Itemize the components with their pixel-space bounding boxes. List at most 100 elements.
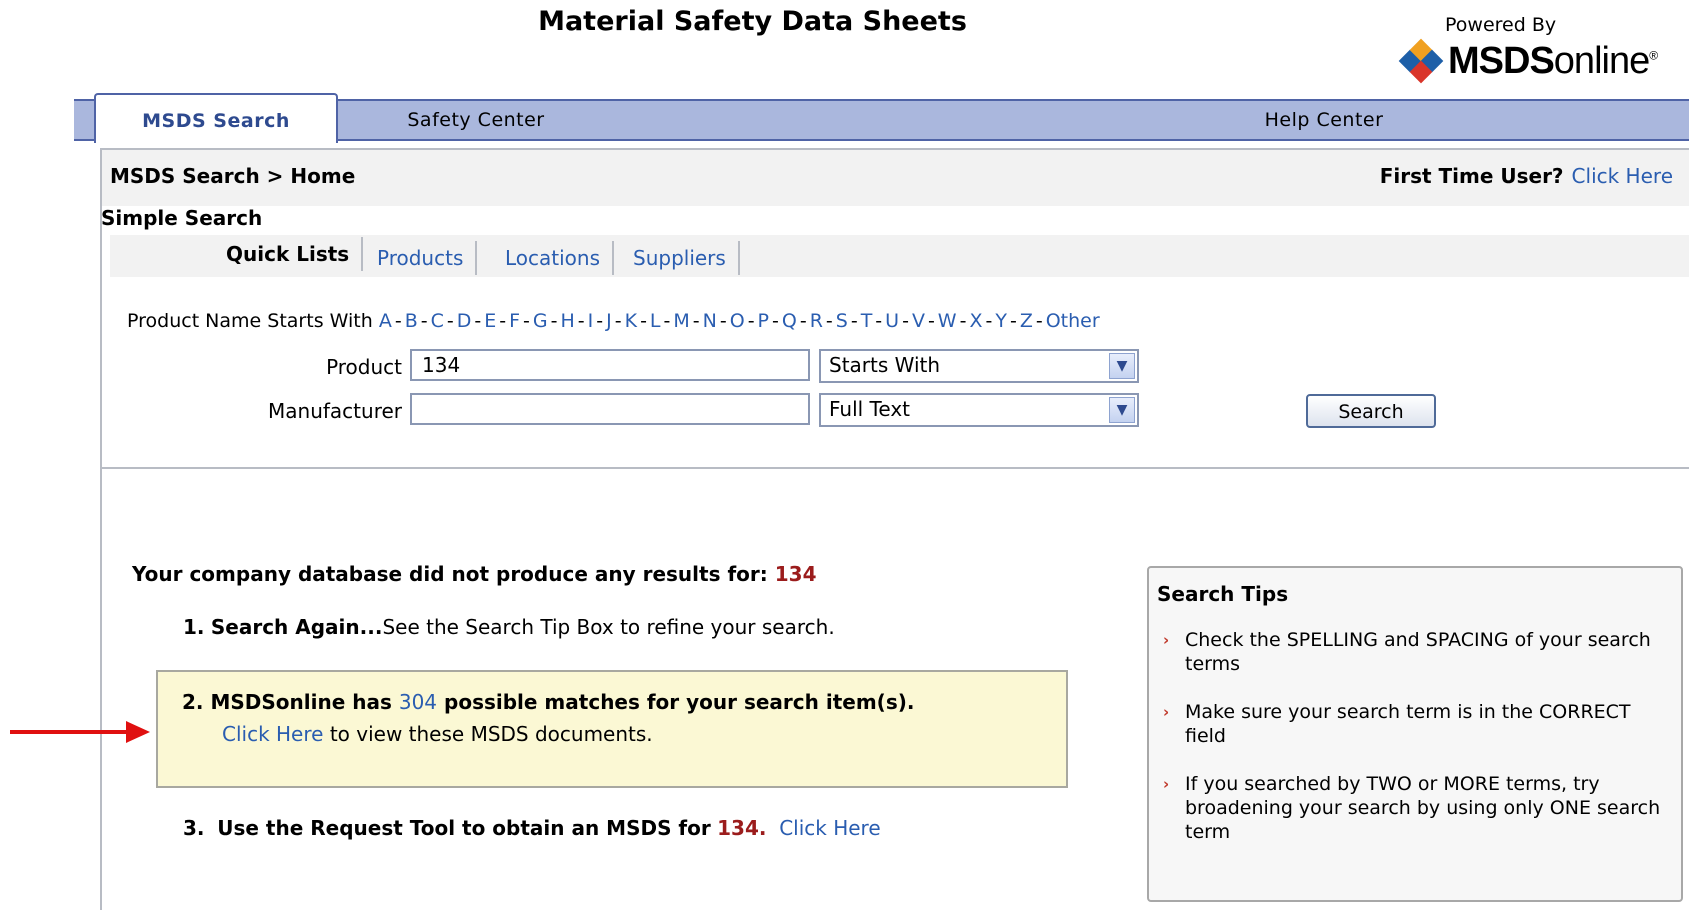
- step3-text: Use the Request Tool to obtain an MSDS f…: [217, 816, 711, 840]
- first-time-click-here-link[interactable]: Click Here: [1572, 164, 1673, 188]
- letter-link-b[interactable]: B: [405, 310, 418, 332]
- search-subtab-bar: Quick Lists Products Locations Suppliers: [110, 235, 1689, 277]
- letter-link-x[interactable]: X: [969, 310, 982, 332]
- step2-rest: to view these MSDS documents.: [329, 722, 653, 746]
- results-frame-border: [100, 465, 102, 910]
- first-time-user: First Time User? Click Here: [1380, 164, 1673, 188]
- letter-separator: -: [799, 310, 807, 332]
- letter-link-i[interactable]: I: [588, 310, 594, 332]
- logo-diamonds-icon: [1398, 38, 1444, 84]
- letter-separator: -: [1035, 310, 1043, 332]
- letter-link-q[interactable]: Q: [782, 310, 797, 332]
- search-button[interactable]: Search: [1306, 394, 1436, 428]
- letter-link-j[interactable]: J: [606, 310, 612, 332]
- letter-link-h[interactable]: H: [561, 310, 575, 332]
- letter-link-r[interactable]: R: [810, 310, 823, 332]
- request-tool-click-here-link[interactable]: Click Here: [779, 816, 880, 840]
- step1-number: 1.: [183, 615, 205, 639]
- step2-line: 2. MSDSonline has 304 possible matches f…: [182, 690, 914, 714]
- msdsonline-matches-box: 2. MSDSonline has 304 possible matches f…: [156, 670, 1068, 788]
- step1-bold: Search Again...: [210, 615, 383, 639]
- subtab-products[interactable]: Products: [365, 241, 478, 275]
- letter-link-s[interactable]: S: [836, 310, 848, 332]
- letter-separator: -: [550, 310, 558, 332]
- letter-separator: -: [825, 310, 833, 332]
- product-match-select[interactable]: Starts With ▼: [819, 349, 1139, 383]
- tip-item: › If you searched by TWO or MORE terms, …: [1163, 773, 1661, 843]
- letter-separator: -: [692, 310, 700, 332]
- alpha-index: Product Name Starts With A-B-C-D-E-F-G-H…: [127, 310, 1100, 332]
- letter-link-k[interactable]: K: [625, 310, 637, 332]
- subtab-locations[interactable]: Locations: [493, 241, 615, 275]
- manufacturer-input[interactable]: [410, 393, 810, 425]
- manufacturer-match-select[interactable]: Full Text ▼: [819, 393, 1139, 427]
- letter-separator: -: [747, 310, 755, 332]
- letter-separator: -: [596, 310, 604, 332]
- tip-item: › Check the SPELLING and SPACING of your…: [1163, 629, 1651, 675]
- chevron-right-icon: ›: [1163, 703, 1170, 721]
- letter-separator: -: [523, 310, 530, 332]
- letter-link-other[interactable]: Other: [1046, 310, 1100, 332]
- manufacturer-label: Manufacturer: [268, 399, 402, 423]
- red-arrow-icon: [10, 721, 150, 743]
- chevron-right-icon: ›: [1163, 775, 1170, 793]
- first-time-question: First Time User?: [1379, 164, 1564, 188]
- alpha-prefix: Product Name Starts With: [127, 310, 373, 332]
- letter-separator: -: [614, 310, 622, 332]
- letter-link-a[interactable]: A: [379, 310, 392, 332]
- step2-pre: MSDSonline has: [210, 690, 392, 714]
- no-results-text: Your company database did not produce an…: [132, 562, 768, 586]
- letter-link-p[interactable]: P: [758, 310, 769, 332]
- step-search-again: 1. Search Again...See the Search Tip Box…: [183, 615, 835, 639]
- step2-number: 2.: [182, 690, 204, 714]
- letter-link-m[interactable]: M: [673, 310, 689, 332]
- letter-link-e[interactable]: E: [484, 310, 496, 332]
- letter-separator: -: [719, 310, 727, 332]
- view-matches-click-here-link[interactable]: Click Here: [222, 722, 323, 746]
- tip-item: › Make sure your search term is in the C…: [1163, 701, 1631, 747]
- chevron-down-icon[interactable]: ▼: [1109, 353, 1135, 379]
- step1-text: See the Search Tip Box to refine your se…: [382, 615, 835, 639]
- subtab-suppliers[interactable]: Suppliers: [621, 241, 740, 275]
- letter-link-n[interactable]: N: [703, 310, 717, 332]
- letter-link-o[interactable]: O: [730, 310, 745, 332]
- letter-link-z[interactable]: Z: [1020, 310, 1033, 332]
- simple-search-heading: Simple Search: [101, 206, 263, 230]
- no-results-message: Your company database did not produce an…: [132, 562, 816, 586]
- search-tips-box: Search Tips › Check the SPELLING and SPA…: [1147, 566, 1683, 902]
- tab-help-center[interactable]: Help Center: [1174, 101, 1474, 139]
- letter-link-t[interactable]: T: [861, 310, 873, 332]
- letter-separator: -: [474, 310, 482, 332]
- letter-link-v[interactable]: V: [912, 310, 925, 332]
- msdsonline-logo: MSDSonline®: [1398, 38, 1658, 84]
- letter-link-c[interactable]: C: [431, 310, 444, 332]
- no-results-query: 134: [774, 562, 817, 586]
- letter-link-f[interactable]: F: [509, 310, 520, 332]
- search-tips-title: Search Tips: [1157, 582, 1289, 606]
- powered-by-label: Powered By: [1445, 14, 1557, 36]
- letter-separator: -: [902, 310, 909, 332]
- letter-link-u[interactable]: U: [885, 310, 899, 332]
- letter-link-y[interactable]: Y: [995, 310, 1007, 332]
- letter-link-g[interactable]: G: [533, 310, 548, 332]
- alpha-letters: A-B-C-D-E-F-G-H-I-J-K-L-M-N-O-P-Q-R-S-T-…: [379, 310, 1100, 332]
- subtab-quick-lists[interactable]: Quick Lists: [214, 237, 364, 271]
- letter-link-l[interactable]: L: [650, 310, 661, 332]
- tab-safety-center[interactable]: Safety Center: [336, 101, 616, 139]
- letter-separator: -: [959, 310, 967, 332]
- letter-separator: -: [499, 310, 507, 332]
- letter-separator: -: [663, 310, 671, 332]
- step2-link-line: Click Here to view these MSDS documents.: [222, 722, 653, 746]
- page-title: Material Safety Data Sheets: [538, 6, 967, 37]
- tab-msds-search[interactable]: MSDS Search: [94, 93, 338, 143]
- product-label: Product: [326, 355, 402, 379]
- chevron-down-icon[interactable]: ▼: [1109, 397, 1135, 423]
- letter-separator: -: [927, 310, 935, 332]
- letter-separator: -: [420, 310, 428, 332]
- letter-link-d[interactable]: D: [457, 310, 472, 332]
- letter-separator: -: [394, 310, 402, 332]
- letter-link-w[interactable]: W: [938, 310, 957, 332]
- letter-separator: -: [850, 310, 858, 332]
- letter-separator: -: [577, 310, 585, 332]
- product-input[interactable]: [410, 349, 810, 381]
